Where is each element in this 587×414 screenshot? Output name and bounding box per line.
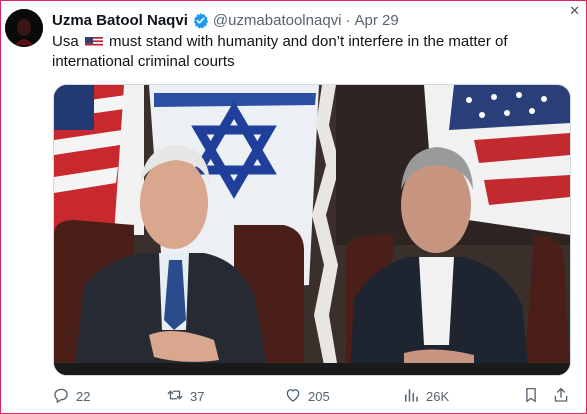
- views-icon: [402, 386, 420, 407]
- reply-button[interactable]: 22: [52, 385, 90, 407]
- close-icon[interactable]: ✕: [569, 4, 580, 17]
- post-text: Usa must stand with humanity and don’t i…: [52, 32, 562, 72]
- reply-count: 22: [76, 388, 91, 404]
- share-button[interactable]: [552, 385, 570, 407]
- author-name[interactable]: Uzma Batool Naqvi: [52, 12, 188, 29]
- repost-icon: [166, 386, 184, 407]
- repost-button[interactable]: 37: [166, 385, 204, 407]
- action-bar: 22 37 205 26K: [52, 385, 572, 407]
- avatar[interactable]: [5, 9, 43, 47]
- post-text-rest: must stand with humanity and don’t inter…: [52, 33, 508, 70]
- separator-dot: ·: [345, 11, 351, 29]
- post-text-start: Usa: [52, 33, 79, 50]
- like-icon: [284, 386, 302, 407]
- like-count: 205: [308, 388, 330, 404]
- verified-badge-icon: [192, 12, 209, 29]
- post-image[interactable]: [53, 84, 571, 376]
- bookmark-icon: [522, 386, 540, 407]
- views-button[interactable]: 26K: [402, 385, 449, 407]
- repost-count: 37: [190, 388, 205, 404]
- author-handle[interactable]: @uzmabatoolnaqvi: [213, 12, 342, 29]
- post-date[interactable]: Apr 29: [355, 12, 399, 29]
- reply-icon: [52, 386, 70, 407]
- tweet-card: ✕ Uzma Batool Naqvi @uzmabatoolnaqvi · A…: [0, 0, 587, 414]
- views-count: 26K: [426, 388, 450, 404]
- share-icon: [552, 386, 570, 407]
- like-button[interactable]: 205: [284, 385, 330, 407]
- post-header: Uzma Batool Naqvi @uzmabatoolnaqvi · Apr…: [52, 10, 399, 30]
- us-flag-icon: [84, 35, 103, 47]
- bookmark-button[interactable]: [522, 385, 540, 407]
